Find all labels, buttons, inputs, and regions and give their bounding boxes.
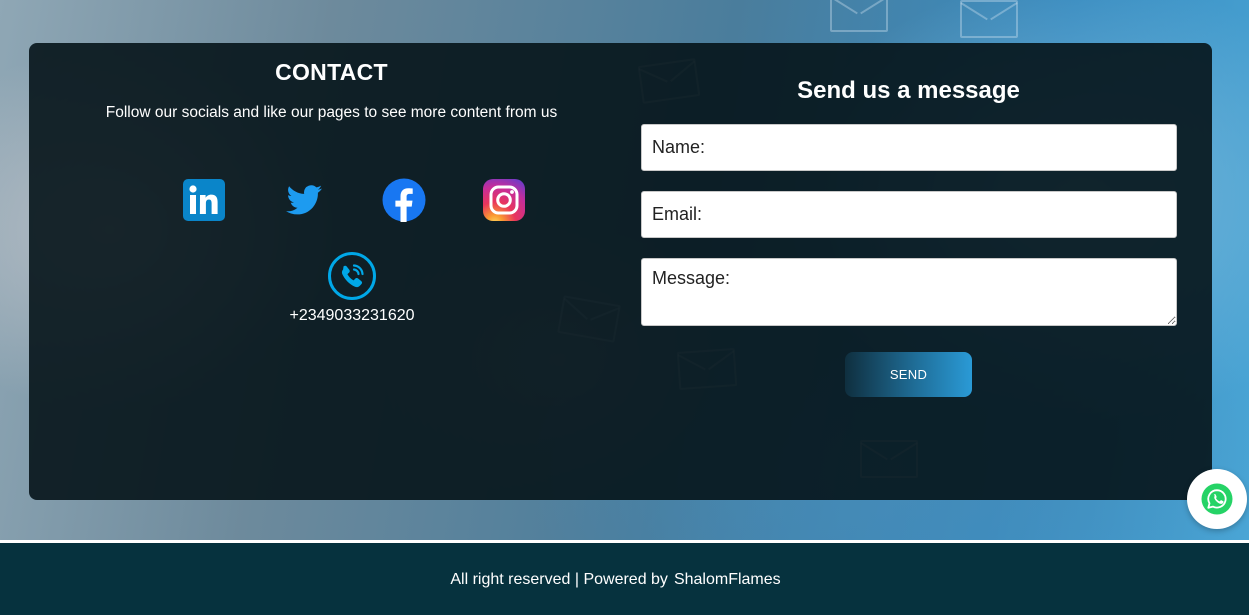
form-title: Send us a message (797, 77, 1020, 104)
envelope-decoration (830, 0, 888, 32)
phone-number[interactable]: +2349033231620 (29, 307, 675, 325)
envelope-decoration (960, 0, 1018, 38)
contact-panel: CONTACT Follow our socials and like our … (29, 43, 1212, 500)
footer: All right reserved | Powered by ShalomFla… (0, 543, 1249, 615)
name-input[interactable] (641, 124, 1177, 171)
contact-tagline: Follow our socials and like our pages to… (105, 104, 558, 121)
phone-icon[interactable] (327, 251, 377, 301)
instagram-icon[interactable] (482, 178, 526, 222)
twitter-icon[interactable] (282, 178, 326, 222)
social-links (182, 178, 526, 222)
footer-copyright: All right reserved | Powered by (450, 571, 668, 588)
contact-info: CONTACT Follow our socials and like our … (29, 43, 634, 500)
message-form: Send us a message SEND (634, 43, 1212, 500)
contact-title: CONTACT (275, 59, 388, 85)
send-button[interactable]: SEND (845, 352, 972, 397)
footer-text: All right reserved | Powered by ShalomFla… (0, 571, 1231, 589)
message-textarea[interactable] (641, 258, 1177, 326)
footer-brand-link[interactable]: ShalomFlames (674, 571, 781, 588)
whatsapp-float-button[interactable] (1187, 469, 1247, 529)
whatsapp-icon (1201, 483, 1233, 515)
facebook-icon[interactable] (382, 178, 426, 222)
email-input[interactable] (641, 191, 1177, 238)
linkedin-icon[interactable] (182, 178, 226, 222)
